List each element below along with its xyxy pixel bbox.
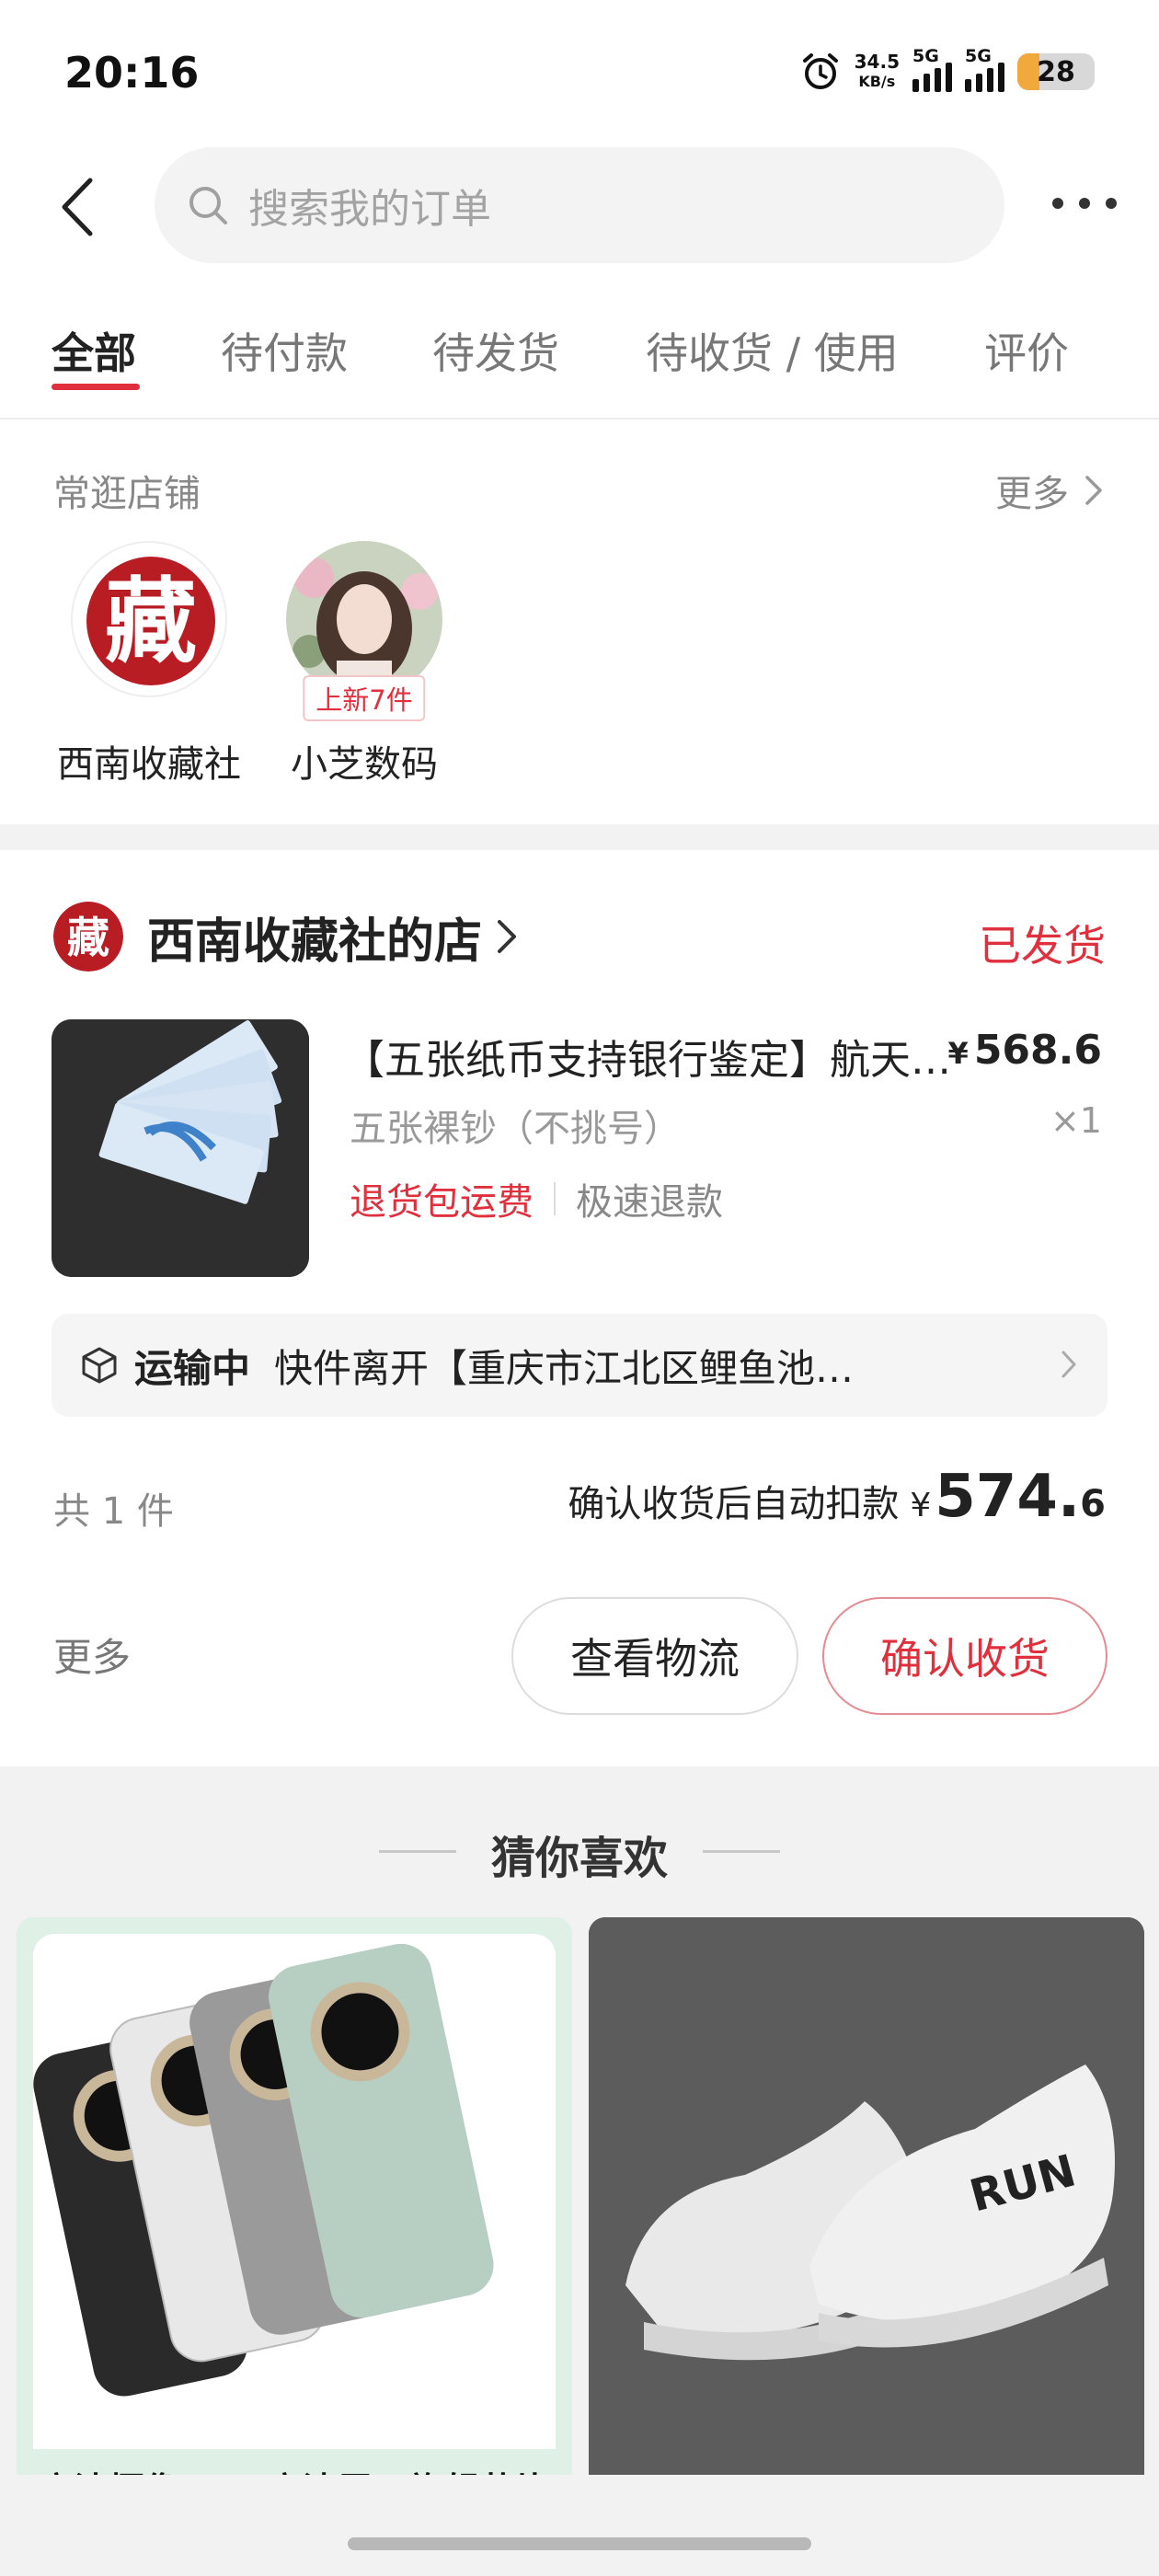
total-amount-integer: 574. (935, 1463, 1081, 1531)
divider (554, 1182, 556, 1215)
free-return-shipping-tag: 退货包运费 (350, 1181, 534, 1224)
sim1-signal-icon: 5G (912, 46, 952, 92)
search-icon (189, 187, 227, 224)
divider (703, 1850, 780, 1853)
chevron-right-icon (1085, 476, 1102, 505)
order-tabs: 全部 待付款 待发货 待收货 / 使用 评价 (0, 267, 1159, 420)
product-spec: 五张裸钞（不挑号） (350, 1108, 681, 1150)
order-status: 已发货 (979, 921, 1106, 971)
product-title[interactable]: 【五张纸币支持银行鉴定】航天纪念钞 (344, 1027, 951, 1086)
recommendation-card[interactable]: 高清摄像 | 2K高清屏 | 旗舰芯片 (17, 1917, 572, 2552)
tab-pending-payment[interactable]: 待付款 (221, 320, 348, 381)
stores-more-label: 更多 (995, 473, 1069, 515)
order-total: 确认收货后自动扣款 ¥ 574. 6 (568, 1463, 1106, 1531)
svg-text:藏: 藏 (105, 567, 197, 675)
frequent-stores: 常逛店铺 更多 藏 西南收藏社 上新7件 小芝数码 (0, 420, 1159, 824)
sim2-label: 5G (965, 46, 992, 66)
order-card: 藏 西南收藏社的店 已发货 【五张纸币支持银行鉴定】航天纪念钞 ¥568.6 五… (0, 850, 1159, 1766)
network-speed-unit: KB/s (858, 73, 896, 90)
logistics-status: 运输中 (134, 1345, 251, 1391)
package-icon (82, 1347, 117, 1384)
more-options-icon[interactable] (1052, 190, 1117, 217)
sim2-signal-icon: 5G (965, 46, 1004, 92)
tab-all[interactable]: 全部 (52, 320, 136, 381)
battery-icon: 28 (1017, 53, 1095, 90)
stores-more-link[interactable]: 更多 (995, 464, 1104, 517)
total-label: 确认收货后自动扣款 (568, 1483, 900, 1525)
product-image[interactable] (52, 1019, 309, 1277)
header: 搜索我的订单 (0, 147, 1159, 267)
chevron-right-icon (498, 920, 517, 953)
product-image (33, 1934, 556, 2449)
total-amount-decimal: 6 (1080, 1483, 1106, 1525)
service-tags: 退货包运费 极速退款 (350, 1172, 723, 1225)
status-indicators: 34.5 KB/s 5G 5G 28 (799, 46, 1095, 93)
stores-title: 常逛店铺 (53, 473, 201, 515)
bottom-safe-area (0, 2475, 1159, 2576)
store-name: 西南收藏社 (57, 743, 241, 786)
recommendation-card[interactable]: RUN (589, 1917, 1144, 2552)
store-item-xiaozhi[interactable]: 上新7件 小芝数码 (263, 541, 465, 788)
store-avatar (286, 541, 442, 697)
network-speed-value: 34.5 (854, 51, 900, 73)
new-items-badge: 上新7件 (303, 675, 426, 721)
home-indicator[interactable] (348, 2537, 811, 2550)
product-image: RUN (589, 1917, 1144, 2552)
alarm-icon (802, 53, 838, 89)
recommendations-title: 猜你喜欢 (490, 1833, 668, 1884)
status-time: 20:16 (64, 48, 200, 98)
product-price-value: 568.6 (973, 1027, 1102, 1074)
svg-text:藏: 藏 (67, 913, 109, 962)
tab-pending-receipt[interactable]: 待收货 / 使用 (646, 320, 899, 381)
tab-review[interactable]: 评价 (984, 320, 1069, 381)
search-placeholder: 搜索我的订单 (248, 186, 491, 233)
network-speed: 34.5 KB/s (855, 52, 900, 92)
search-input[interactable]: 搜索我的订单 (155, 147, 1004, 263)
tab-pending-shipment[interactable]: 待发货 (432, 320, 559, 381)
chevron-right-icon (1061, 1351, 1076, 1378)
shop-name: 西南收藏社的店 (147, 914, 483, 970)
confirm-receipt-button[interactable]: 确认收货 (822, 1597, 1107, 1715)
store-logo: 藏 (71, 541, 227, 697)
logistics-detail: 快件离开【重庆市江北区鲤鱼池… (274, 1345, 855, 1391)
shop-link[interactable]: 藏 西南收藏社的店 (53, 902, 519, 972)
sim1-label: 5G (912, 46, 939, 66)
tab-active-indicator (52, 384, 140, 390)
view-logistics-button[interactable]: 查看物流 (511, 1597, 798, 1715)
shop-logo: 藏 (53, 902, 123, 972)
status-bar: 20:16 34.5 KB/s 5G 5G 28 (0, 0, 1159, 147)
item-count: 共 1 件 (53, 1490, 174, 1533)
store-item-xinan[interactable]: 藏 西南收藏社 (48, 541, 250, 788)
currency-symbol: ¥ (910, 1487, 932, 1524)
back-arrow-icon[interactable] (57, 175, 98, 239)
logistics-bar[interactable]: 运输中 快件离开【重庆市江北区鲤鱼池… (52, 1314, 1107, 1417)
product-quantity: ×1 (1050, 1100, 1102, 1141)
currency-symbol: ¥ (947, 1036, 969, 1071)
store-name: 小芝数码 (291, 743, 438, 786)
battery-level: 28 (1037, 55, 1075, 88)
more-actions-link[interactable]: 更多 (53, 1627, 131, 1683)
fast-refund-tag: 极速退款 (576, 1181, 723, 1224)
product-price: ¥568.6 (948, 1027, 1102, 1074)
